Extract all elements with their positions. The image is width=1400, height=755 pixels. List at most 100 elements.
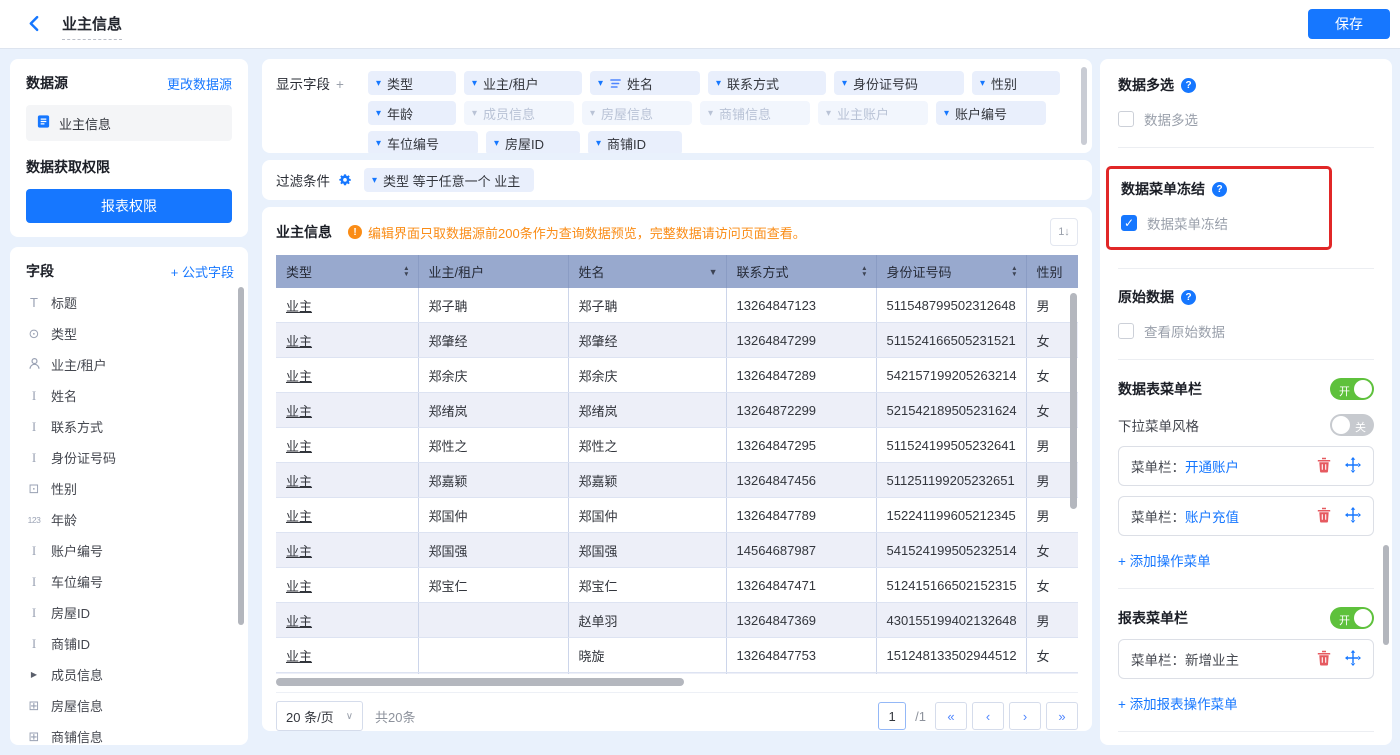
- fields-scrollbar[interactable]: [238, 287, 244, 625]
- field-item[interactable]: T标题: [26, 287, 234, 318]
- delete-icon[interactable]: [1316, 650, 1332, 669]
- chevron-down-icon[interactable]: ▾: [826, 108, 831, 119]
- sort-updown-icon[interactable]: ▲▼: [1011, 266, 1017, 277]
- field-tag-disabled[interactable]: ▾业主账户: [818, 101, 928, 125]
- report-menu-toggle[interactable]: 开: [1330, 607, 1374, 629]
- first-page-button[interactable]: «: [935, 702, 967, 730]
- menu-item[interactable]: 菜单栏： 账户充值: [1118, 496, 1374, 536]
- menu-item[interactable]: 菜单栏： 开通账户: [1118, 446, 1374, 486]
- delete-icon[interactable]: [1316, 457, 1332, 476]
- table-row[interactable]: 业主郑嘉颖郑嘉颖13264847456511251199205232651男: [276, 463, 1078, 498]
- sort-down-icon[interactable]: ▼: [709, 267, 718, 277]
- field-item[interactable]: 业主/租户: [26, 349, 234, 380]
- chevron-down-icon[interactable]: ▾: [372, 175, 377, 186]
- help-icon[interactable]: ?: [1212, 182, 1227, 197]
- add-action-menu-link[interactable]: + 添加操作菜单: [1118, 550, 1374, 570]
- multi-select-checkbox[interactable]: [1118, 111, 1134, 127]
- field-item[interactable]: ⊞房屋信息: [26, 690, 234, 721]
- add-report-action-menu-link[interactable]: + 添加报表操作菜单: [1118, 693, 1374, 713]
- move-icon[interactable]: [1345, 457, 1361, 476]
- field-item[interactable]: ⊡性别: [26, 473, 234, 504]
- display-panel-scrollbar[interactable]: [1081, 67, 1087, 145]
- field-tag[interactable]: ▾性别: [972, 71, 1060, 95]
- column-header[interactable]: 身份证号码▲▼: [876, 255, 1026, 288]
- prev-page-button[interactable]: ‹: [972, 702, 1004, 730]
- table-row[interactable]: 业主郑国强郑国强14564687987541524199505232514女: [276, 533, 1078, 568]
- table-row[interactable]: 业主郑宝仁郑宝仁13264847471512415166502152315女: [276, 568, 1078, 603]
- table-row[interactable]: 业主郑余庆郑余庆13264847289542157199205263214女: [276, 358, 1078, 393]
- field-tag[interactable]: ▾姓名: [590, 71, 700, 95]
- chevron-down-icon[interactable]: ▾: [376, 108, 381, 119]
- sort-updown-icon[interactable]: ▲▼: [861, 266, 867, 277]
- column-header[interactable]: 联系方式▲▼: [726, 255, 876, 288]
- table-row[interactable]: 业主郑子聃郑子聃13264847123511548799502312648男: [276, 288, 1078, 323]
- chevron-down-icon[interactable]: ▾: [590, 108, 595, 119]
- page-title[interactable]: 业主信息: [62, 13, 122, 40]
- chevron-down-icon[interactable]: ▾: [472, 108, 477, 119]
- field-tag[interactable]: ▾房屋ID: [486, 131, 580, 153]
- table-row[interactable]: 业主郑国仲郑国仲13264847789152241199605212345男: [276, 498, 1078, 533]
- field-item[interactable]: ⊙类型: [26, 318, 234, 349]
- field-tag[interactable]: ▾类型: [368, 71, 456, 95]
- table-horizontal-scrollbar[interactable]: [276, 678, 1078, 686]
- chevron-down-icon[interactable]: ▾: [494, 138, 499, 149]
- help-icon[interactable]: ?: [1181, 290, 1196, 305]
- chevron-down-icon[interactable]: ▾: [708, 108, 713, 119]
- field-tag[interactable]: ▾账户编号: [936, 101, 1046, 125]
- table-row[interactable]: 业主郑绪岚郑绪岚13264872299521542189505231624女: [276, 393, 1078, 428]
- next-page-button[interactable]: ›: [1009, 702, 1041, 730]
- chevron-down-icon[interactable]: ▾: [944, 108, 949, 119]
- gear-icon[interactable]: [338, 173, 352, 187]
- raw-data-checkbox[interactable]: [1118, 323, 1134, 339]
- field-tag[interactable]: ▾年龄: [368, 101, 456, 125]
- report-permission-button[interactable]: 报表权限: [26, 189, 232, 223]
- field-tag-disabled[interactable]: ▾成员信息: [464, 101, 574, 125]
- table-row[interactable]: 业主赵单羽13264847369430155199402132648男: [276, 603, 1078, 638]
- expand-icon[interactable]: ▶: [26, 670, 42, 679]
- save-button[interactable]: 保存: [1308, 9, 1390, 39]
- page-size-select[interactable]: 20 条/页 ∨: [276, 701, 363, 731]
- chevron-down-icon[interactable]: ▾: [716, 78, 721, 89]
- field-tag[interactable]: ▾车位编号: [368, 131, 478, 153]
- column-header[interactable]: 类型▲▼: [276, 255, 418, 288]
- menu-item-name[interactable]: 开通账户: [1185, 456, 1239, 476]
- menu-item-name[interactable]: 账户充值: [1185, 506, 1239, 526]
- menu-item-name[interactable]: 新增业主: [1185, 649, 1239, 669]
- add-formula-field-link[interactable]: + 公式字段: [171, 262, 234, 281]
- chevron-down-icon[interactable]: ▾: [376, 78, 381, 89]
- change-datasource-link[interactable]: 更改数据源: [167, 74, 232, 93]
- move-icon[interactable]: [1345, 650, 1361, 669]
- filter-condition-tag[interactable]: ▾类型 等于任意一个 业主: [364, 168, 534, 192]
- column-header[interactable]: 业主/租户: [418, 255, 568, 288]
- field-item[interactable]: I账户编号: [26, 535, 234, 566]
- field-item[interactable]: I商铺ID: [26, 628, 234, 659]
- table-row[interactable]: 业主晓旋13264847753151248133502944512女: [276, 638, 1078, 673]
- field-item[interactable]: ▶成员信息: [26, 659, 234, 690]
- table-menu-toggle[interactable]: 开: [1330, 378, 1374, 400]
- field-tag[interactable]: ▾联系方式: [708, 71, 826, 95]
- menu-item[interactable]: 菜单栏： 新增业主: [1118, 639, 1374, 679]
- field-item[interactable]: I身份证号码: [26, 442, 234, 473]
- field-tag-disabled[interactable]: ▾商铺信息: [700, 101, 810, 125]
- field-tag-disabled[interactable]: ▾房屋信息: [582, 101, 692, 125]
- chevron-down-icon[interactable]: ▾: [598, 78, 603, 89]
- chevron-down-icon[interactable]: ▾: [472, 78, 477, 89]
- current-page-input[interactable]: 1: [878, 702, 906, 730]
- field-tag[interactable]: ▾业主/租户: [464, 71, 582, 95]
- field-item[interactable]: I房屋ID: [26, 597, 234, 628]
- help-icon[interactable]: ?: [1181, 78, 1196, 93]
- move-icon[interactable]: [1345, 507, 1361, 526]
- field-item[interactable]: I车位编号: [26, 566, 234, 597]
- add-display-field-icon[interactable]: +: [336, 77, 344, 92]
- table-row[interactable]: 业主郑肇经郑肇经13264847299511524166505231521女: [276, 323, 1078, 358]
- field-tag[interactable]: ▾身份证号码: [834, 71, 964, 95]
- sort-updown-icon[interactable]: ▲▼: [403, 266, 409, 277]
- back-icon[interactable]: [26, 14, 43, 38]
- chevron-down-icon[interactable]: ▾: [842, 78, 847, 89]
- last-page-button[interactable]: »: [1046, 702, 1078, 730]
- column-header[interactable]: 性别: [1026, 255, 1078, 288]
- chevron-down-icon[interactable]: ▾: [596, 138, 601, 149]
- field-item[interactable]: ⊞商铺信息: [26, 721, 234, 745]
- chevron-down-icon[interactable]: ▾: [980, 78, 985, 89]
- datasource-item[interactable]: 业主信息: [26, 105, 232, 141]
